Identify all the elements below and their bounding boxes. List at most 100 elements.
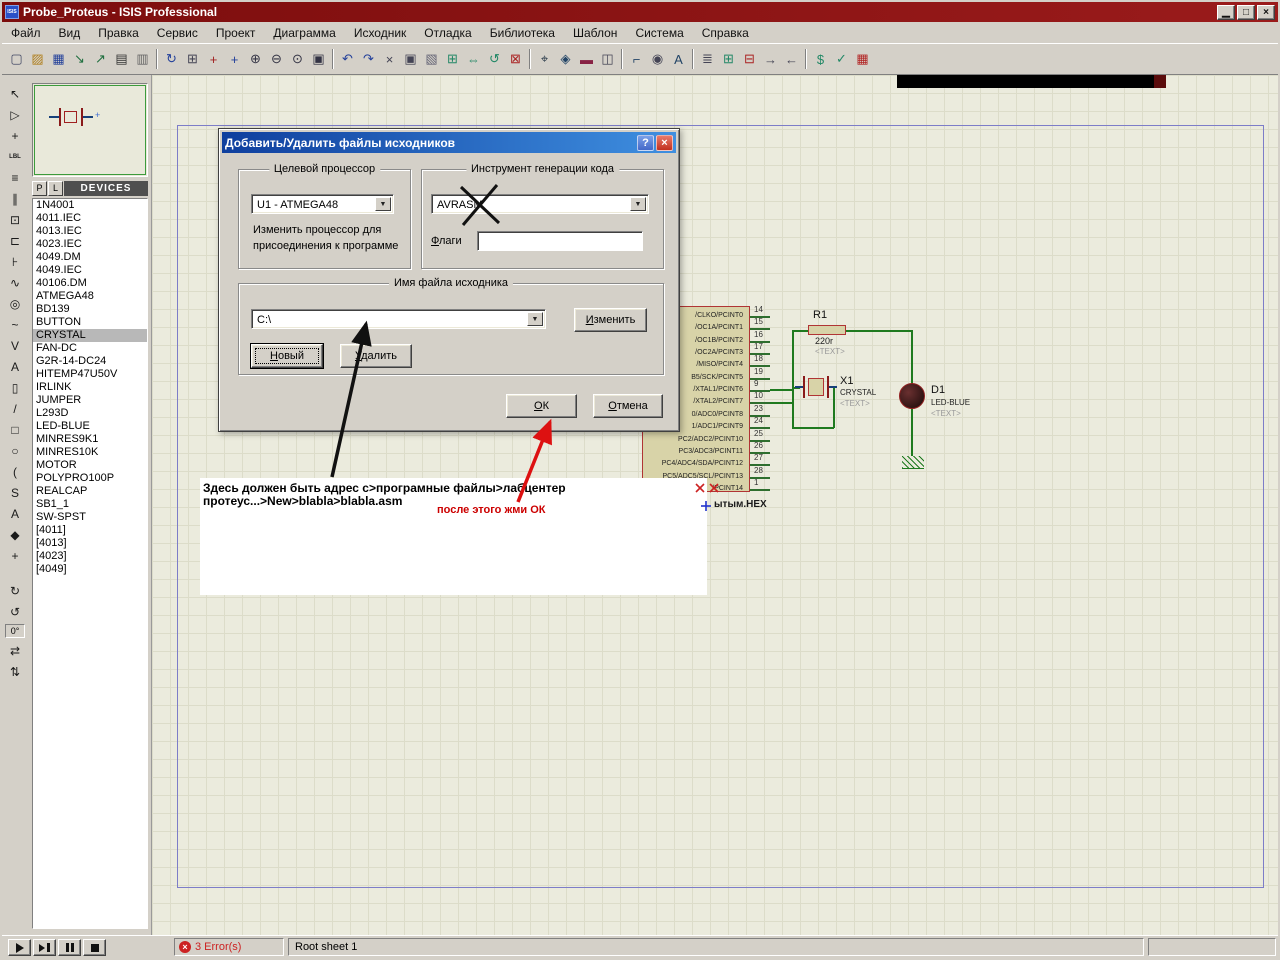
mirror-vertical-icon[interactable]: ⇅ (4, 661, 26, 682)
undo-icon[interactable]: ↶ (337, 48, 358, 70)
2d-symbol-mode-icon[interactable]: ◆ (4, 524, 26, 545)
device-item-minres10k[interactable]: MINRES10K (33, 446, 147, 459)
wire-segment[interactable] (911, 330, 913, 385)
redraw-display-icon[interactable]: ↻ (161, 48, 182, 70)
device-item--4013-[interactable]: [4013] (33, 537, 147, 550)
2d-text-mode-icon[interactable]: A (4, 503, 26, 524)
selection-mode-icon[interactable]: ↖ (4, 83, 26, 104)
device-item-hitemp47u50v[interactable]: HITEMP47U50V (33, 368, 147, 381)
device-item-l293d[interactable]: L293D (33, 407, 147, 420)
dialog-close-button[interactable]: × (656, 135, 673, 151)
generator-mode-icon[interactable]: ~ (4, 314, 26, 335)
device-item-bd139[interactable]: BD139 (33, 303, 147, 316)
device-item-4049-dm[interactable]: 4049.DM (33, 251, 147, 264)
zoom-in-icon[interactable]: ⊕ (245, 48, 266, 70)
property-assignment-icon[interactable]: A (668, 48, 689, 70)
step-button[interactable] (33, 939, 56, 956)
led-d1[interactable] (899, 383, 925, 409)
export-section-icon[interactable]: ↗ (90, 48, 111, 70)
resistor-r1[interactable] (808, 325, 846, 335)
menu-view[interactable]: Вид (50, 23, 90, 43)
codegen-combo[interactable]: AVRASM ▼ (431, 194, 649, 214)
play-button[interactable] (8, 939, 31, 956)
netlist-to-ares-icon[interactable]: ▦ (852, 48, 873, 70)
pause-button[interactable] (58, 939, 81, 956)
mark-output-area-icon[interactable]: ▥ (132, 48, 153, 70)
block-move-icon[interactable]: ⇔ (463, 48, 484, 70)
new-button[interactable]: Новый (251, 344, 323, 368)
rotate-anticlockwise-icon[interactable]: ↺ (4, 601, 26, 622)
menu-graph[interactable]: Диаграмма (264, 23, 344, 43)
device-item-button[interactable]: BUTTON (33, 316, 147, 329)
menu-edit[interactable]: Правка (89, 23, 148, 43)
dialog-title-bar[interactable]: Добавить/Удалить файлы исходников ? × (222, 132, 676, 153)
device-item-4013-iec[interactable]: 4013.IEC (33, 225, 147, 238)
close-button[interactable]: × (1257, 5, 1275, 20)
new-design-icon[interactable]: ▢ (6, 48, 27, 70)
wire-segment[interactable] (792, 330, 808, 332)
terminal-mode-icon[interactable]: ⊏ (4, 230, 26, 251)
device-item-minres9k1[interactable]: MINRES9K1 (33, 433, 147, 446)
bill-of-materials-icon[interactable]: $ (810, 48, 831, 70)
wire-segment[interactable] (792, 330, 794, 428)
new-sheet-icon[interactable]: ⊞ (718, 48, 739, 70)
current-probe-mode-icon[interactable]: A (4, 356, 26, 377)
make-device-icon[interactable]: ◈ (555, 48, 576, 70)
change-button[interactable]: Изменить (574, 308, 647, 332)
2d-marker-mode-icon[interactable]: + (4, 545, 26, 566)
title-bar[interactable]: ISIS Probe_Proteus - ISIS Professional ▁… (2, 2, 1278, 22)
device-item--4049-[interactable]: [4049] (33, 563, 147, 576)
pan-display-icon[interactable]: + (224, 48, 245, 70)
zoom-all-icon[interactable]: ⊙ (287, 48, 308, 70)
dialog-help-button[interactable]: ? (637, 135, 654, 151)
ok-button[interactable]: ОК (506, 394, 577, 418)
wire-segment[interactable] (911, 408, 913, 456)
design-explorer-icon[interactable]: ≣ (697, 48, 718, 70)
device-item-sw-spst[interactable]: SW-SPST (33, 511, 147, 524)
wire-label-mode-icon[interactable]: LBL (4, 146, 26, 167)
2d-line-mode-icon[interactable]: / (4, 398, 26, 419)
device-item-motor[interactable]: MOTOR (33, 459, 147, 472)
subcircuit-mode-icon[interactable]: ⊡ (4, 209, 26, 230)
menu-system[interactable]: Система (626, 23, 692, 43)
device-item--4011-[interactable]: [4011] (33, 524, 147, 537)
bus-mode-icon[interactable]: ∥ (4, 188, 26, 209)
tape-recorder-mode-icon[interactable]: ◎ (4, 293, 26, 314)
block-rotate-icon[interactable]: ↺ (484, 48, 505, 70)
cut-icon[interactable]: × (379, 48, 400, 70)
zoom-out-icon[interactable]: ⊖ (266, 48, 287, 70)
2d-circle-mode-icon[interactable]: ○ (4, 440, 26, 461)
wire-segment[interactable] (833, 387, 835, 428)
rotate-clockwise-icon[interactable]: ↻ (4, 580, 26, 601)
stop-button[interactable] (83, 939, 106, 956)
device-item-fan-dc[interactable]: FAN-DC (33, 342, 147, 355)
wire-segment[interactable] (846, 330, 912, 332)
device-item-4011-iec[interactable]: 4011.IEC (33, 212, 147, 225)
paste-icon[interactable]: ▧ (421, 48, 442, 70)
redo-icon[interactable]: ↷ (358, 48, 379, 70)
decompose-icon[interactable]: ◫ (597, 48, 618, 70)
cancel-button[interactable]: Отмена (593, 394, 663, 418)
copy-icon[interactable]: ▣ (400, 48, 421, 70)
menu-file[interactable]: Файл (2, 23, 50, 43)
import-section-icon[interactable]: ↘ (69, 48, 90, 70)
maximize-button[interactable]: □ (1237, 5, 1255, 20)
zoom-area-icon[interactable]: ▣ (308, 48, 329, 70)
component-mode-icon[interactable]: ▷ (4, 104, 26, 125)
menu-help[interactable]: Справка (693, 23, 758, 43)
save-design-icon[interactable]: ▦ (48, 48, 69, 70)
device-item-4049-iec[interactable]: 4049.IEC (33, 264, 147, 277)
crystal-x1-body[interactable] (808, 378, 824, 396)
menu-source[interactable]: Исходник (345, 23, 415, 43)
menu-library[interactable]: Библиотека (481, 23, 564, 43)
device-item-sb1-1[interactable]: SB1_1 (33, 498, 147, 511)
text-script-mode-icon[interactable]: ≡ (4, 167, 26, 188)
error-status[interactable]: × 3 Error(s) (174, 938, 284, 956)
menu-tools[interactable]: Сервис (148, 23, 207, 43)
wire-segment[interactable] (792, 427, 834, 429)
delete-button[interactable]: Удалить (340, 344, 412, 368)
device-item-g2r-14-dc24[interactable]: G2R-14-DC24 (33, 355, 147, 368)
block-delete-icon[interactable]: ⊠ (505, 48, 526, 70)
source-file-combo[interactable]: C:\ ▼ (251, 309, 546, 329)
search-tags-icon[interactable]: ◉ (647, 48, 668, 70)
